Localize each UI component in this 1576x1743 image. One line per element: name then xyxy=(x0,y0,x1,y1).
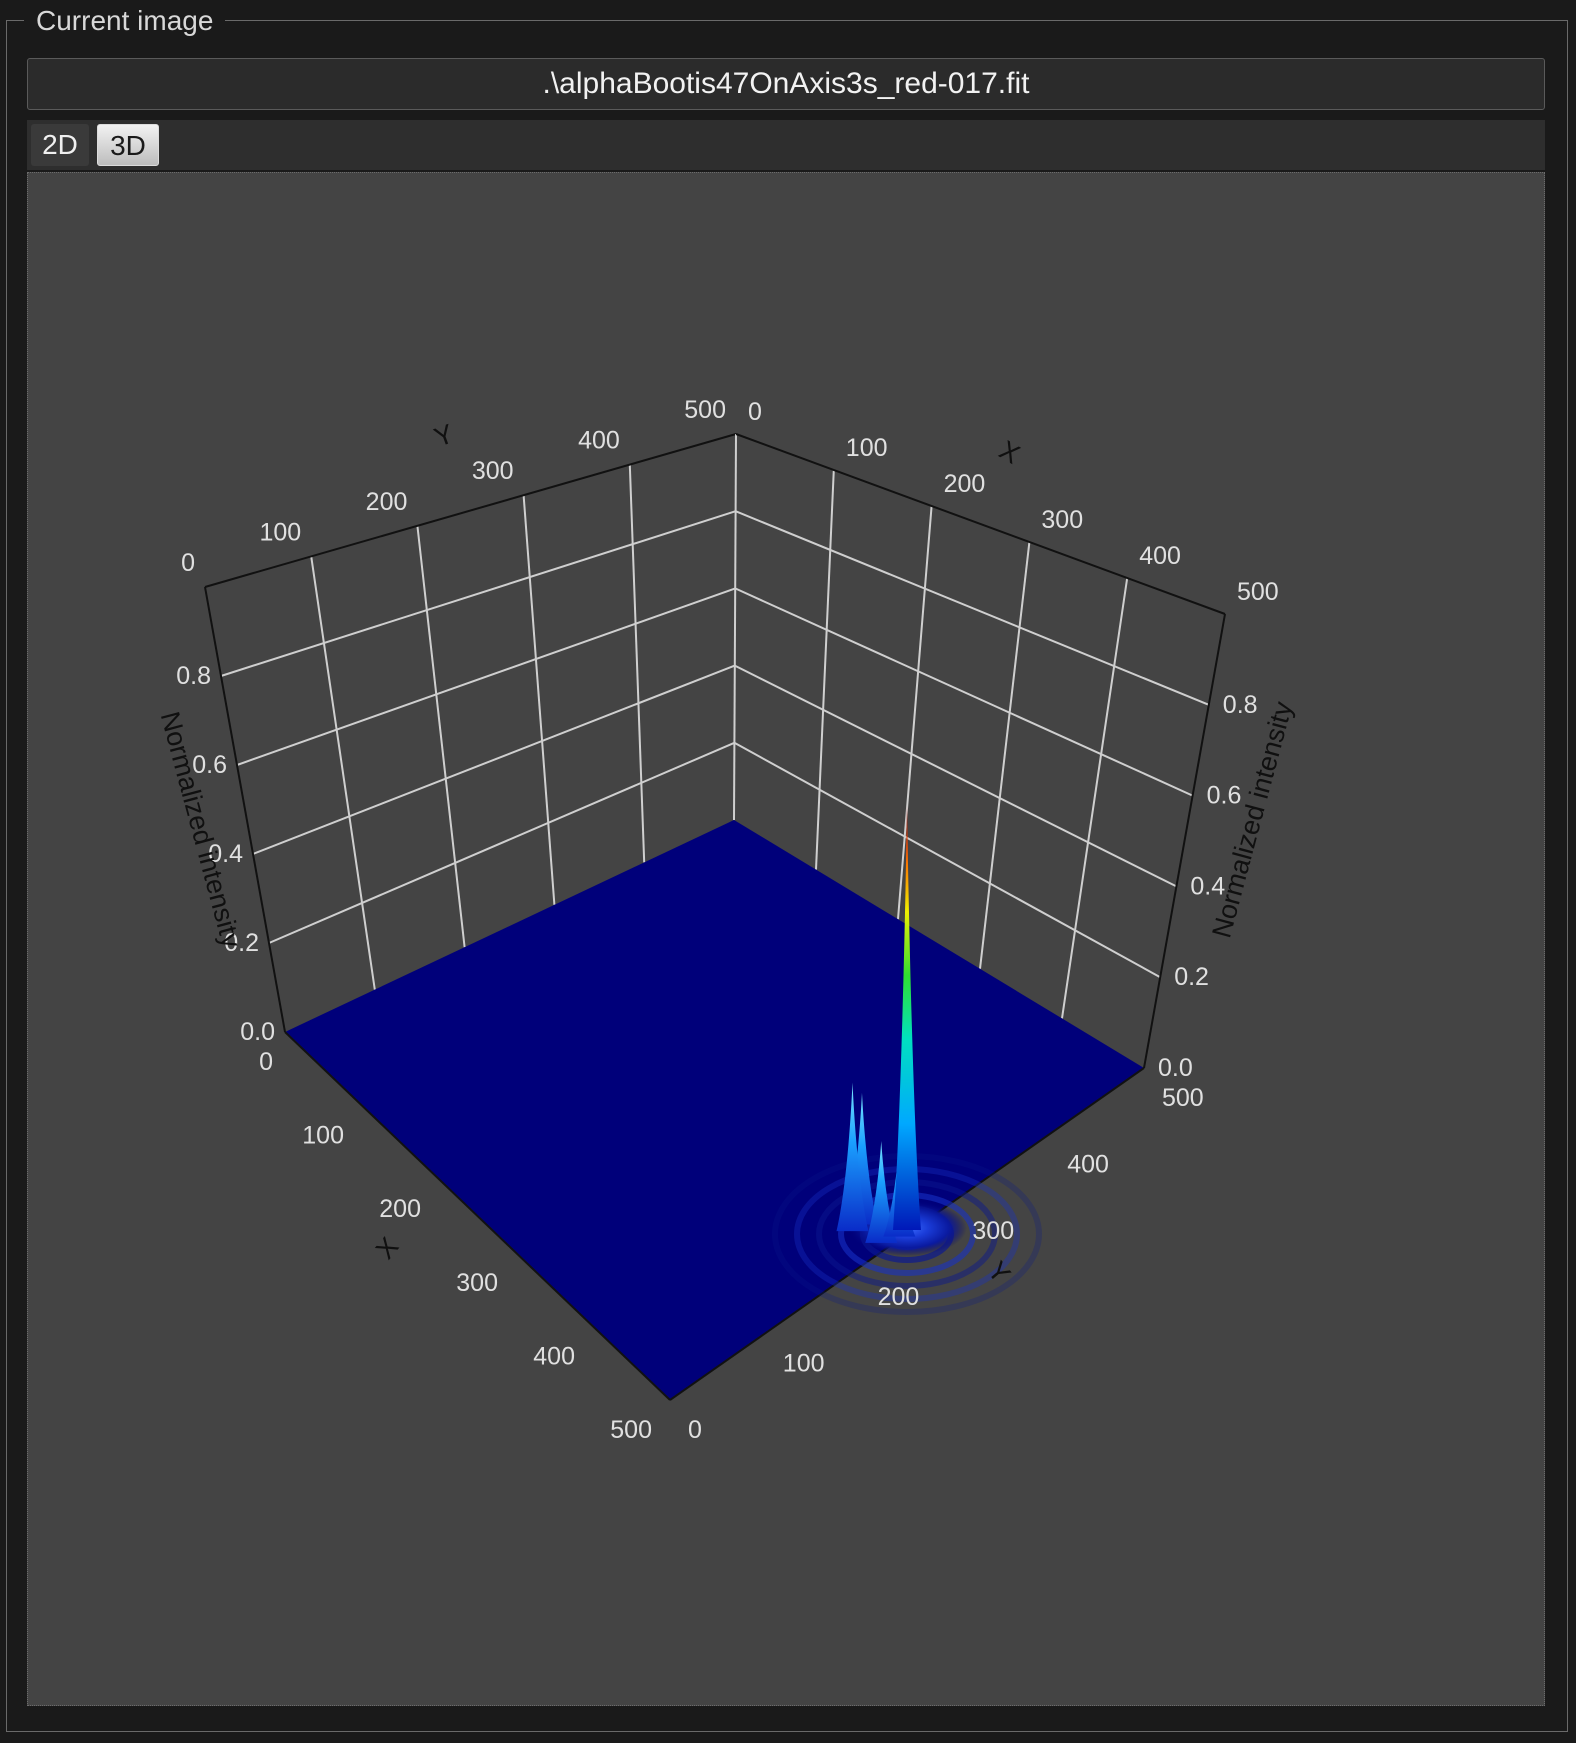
y-tick-label-back: 200 xyxy=(366,488,408,516)
x-tick-label-back: 0 xyxy=(748,398,762,426)
y-tick-label-back: 100 xyxy=(259,518,301,546)
tab-2d[interactable]: 2D xyxy=(31,124,89,166)
grid-line xyxy=(628,464,646,863)
z-tick-label-left: 0.8 xyxy=(176,662,211,690)
x-tick-label-back: 500 xyxy=(1237,578,1279,606)
grid-line xyxy=(1061,577,1129,1019)
y-tick-label: 100 xyxy=(783,1350,825,1378)
filename-display: .\alphaBootis47OnAxis3s_red-017.fit xyxy=(27,58,1545,110)
x-tick-label: 300 xyxy=(456,1269,498,1297)
y-axis-title-back: Y xyxy=(430,418,457,452)
axis-line xyxy=(204,433,737,588)
surface-layer xyxy=(284,805,1145,1401)
grid-line xyxy=(979,541,1031,969)
y-tick-label: 400 xyxy=(1067,1150,1109,1178)
x-tick-label-back: 300 xyxy=(1041,506,1083,534)
axis-line xyxy=(1143,613,1226,1069)
z-tick-label-right: 0.2 xyxy=(1174,963,1209,991)
x-axis-title-back: X xyxy=(994,435,1025,470)
x-tick-label: 400 xyxy=(533,1342,575,1370)
y-tick-label-back: 400 xyxy=(578,427,620,455)
x-axis-title: X xyxy=(370,1232,405,1265)
grid-line xyxy=(897,505,933,920)
y-tick-label-back: 500 xyxy=(684,396,726,424)
y-tick-label-back: 0 xyxy=(181,549,195,577)
axis-line xyxy=(735,433,1226,615)
grid-line xyxy=(734,587,1194,797)
surface-plot-area[interactable]: 0 100 200 300 400 500 0 100 200 300 400 500 0 100 200 3… xyxy=(27,172,1545,1706)
grid-line xyxy=(310,556,376,990)
grid-line xyxy=(416,525,466,948)
y-tick-label: 300 xyxy=(972,1217,1014,1245)
y-tick-label: 200 xyxy=(878,1283,920,1311)
grid-line xyxy=(236,587,736,766)
x-tick-label-back: 400 xyxy=(1139,542,1181,570)
z-tick-label-right: 0.0 xyxy=(1158,1054,1193,1082)
z-axis-title-right: Normalized intensity xyxy=(1206,698,1298,941)
grid-line xyxy=(735,510,1210,706)
y-tick-label: 0 xyxy=(688,1416,702,1444)
y-tick-label-back: 300 xyxy=(472,457,514,485)
x-tick-label: 200 xyxy=(379,1195,421,1223)
grid-line xyxy=(252,664,736,855)
grid-line xyxy=(815,469,835,870)
z-tick-label-right: 0.6 xyxy=(1207,782,1242,810)
surface-floor xyxy=(285,820,1144,1400)
axis-line xyxy=(733,433,737,821)
z-tick-label-left: 0.0 xyxy=(240,1018,275,1046)
view-tabbar: 2D 3D xyxy=(27,120,1545,170)
x-tick-label-back: 100 xyxy=(846,434,888,462)
y-tick-label: 500 xyxy=(1162,1084,1204,1112)
grid-line xyxy=(522,495,556,905)
x-tick-label: 0 xyxy=(259,1048,273,1076)
tab-3d[interactable]: 3D xyxy=(97,124,159,166)
x-tick-label: 500 xyxy=(610,1416,652,1444)
surface-plot: 0 100 200 300 400 500 0 100 200 300 400 500 0 100 200 3… xyxy=(155,396,1299,1444)
x-tick-label: 100 xyxy=(302,1122,344,1150)
groupbox-title: Current image xyxy=(24,3,226,39)
x-tick-label-back: 200 xyxy=(944,470,986,498)
z-tick-label-right: 0.8 xyxy=(1223,691,1258,719)
axis-line xyxy=(204,586,286,1033)
